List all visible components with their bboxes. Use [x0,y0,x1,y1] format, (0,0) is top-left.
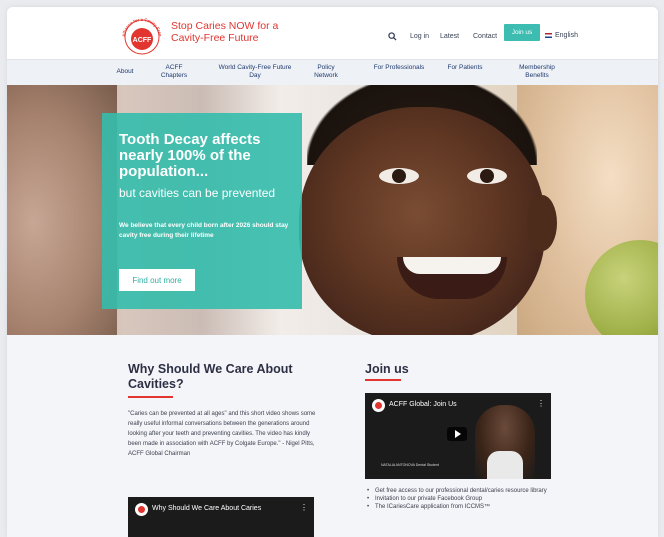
svg-text:ACFF: ACFF [133,37,152,44]
hero-title: Tooth Decay affects nearly 100% of the p… [119,131,261,180]
language-selector[interactable]: English [545,28,578,42]
search-icon[interactable] [388,28,398,44]
nav-item-membership[interactable]: Membership Benefits [509,64,565,79]
hero-child-ear [527,195,557,251]
why-care-video-title: Why Should We Care About Caries [152,505,262,512]
page: Alliance for a Cavity-Free Future ACFF S… [7,7,658,537]
list-item: Get free access to our professional dent… [367,487,587,495]
hero-bg-child-left [7,85,117,335]
hero-body: We believe that every child born after 2… [119,222,289,239]
join-us-title: Join us [365,362,409,376]
why-care-title: Why Should We Care About Cavities? [128,362,293,391]
nav-item-chapters[interactable]: ACFF Chapters [155,64,193,79]
content-section: Why Should We Care About Cavities? "Cari… [7,335,658,537]
main-nav: About ACFF Chapters World Cavity-Free Fu… [7,59,658,85]
language-label: English [555,31,578,39]
hero-subtitle: but cavities can be prevented [119,186,276,200]
hero-card: Tooth Decay affects nearly 100% of the p… [102,113,302,309]
latest-link[interactable]: Latest [440,28,459,44]
video-menu-icon[interactable]: ⋮ [300,503,308,512]
join-us-video-title: ACFF Global: Join Us [389,401,457,408]
join-us-video[interactable]: ACFF Global: Join Us ⋮ NATALIA ANTONOVA … [365,393,551,479]
site-tagline: Stop Caries NOW for a Cavity-Free Future [171,20,279,44]
list-item: Invitation to our private Facebook Group [367,495,587,503]
contact-link[interactable]: Contact [473,28,497,44]
hero-eye-right [467,168,507,184]
hero-banner: Tooth Decay affects nearly 100% of the p… [7,85,658,335]
video-channel-icon [372,399,385,412]
join-benefits-list: Get free access to our professional dent… [367,487,587,511]
join-us-button[interactable]: Join us [504,24,540,41]
why-care-underline [128,396,173,398]
nav-item-professionals[interactable]: For Professionals [373,64,425,72]
find-out-more-button[interactable]: Find out more [119,269,195,291]
list-item: The ICariesCare application from ICCMS™ [367,503,587,511]
play-icon[interactable] [447,427,467,441]
acff-logo[interactable]: Alliance for a Cavity-Free Future ACFF [117,10,167,56]
hero-teeth [403,257,501,274]
why-care-video[interactable]: Why Should We Care About Caries ⋮ [128,497,314,537]
nav-item-policy-network[interactable]: Policy Network [307,64,345,79]
video-presenter-collar [487,451,523,479]
site-header: Alliance for a Cavity-Free Future ACFF S… [7,7,658,59]
join-us-underline [365,379,401,381]
nav-item-cavity-free-day[interactable]: World Cavity-Free Future Day [214,64,296,79]
video-menu-icon[interactable]: ⋮ [537,399,545,408]
uk-flag-icon [545,32,552,38]
hero-eye-left [379,168,419,184]
nav-item-about[interactable]: About [110,68,140,76]
why-care-quote: "Caries can be prevented at all ages" an… [128,411,316,457]
join-us-video-caption: NATALIA ANTONOVA Dental Student [381,463,439,467]
hero-child-face [299,107,545,335]
video-channel-icon [135,503,148,516]
nav-item-patients[interactable]: For Patients [447,64,483,72]
login-link[interactable]: Log in [410,28,429,44]
